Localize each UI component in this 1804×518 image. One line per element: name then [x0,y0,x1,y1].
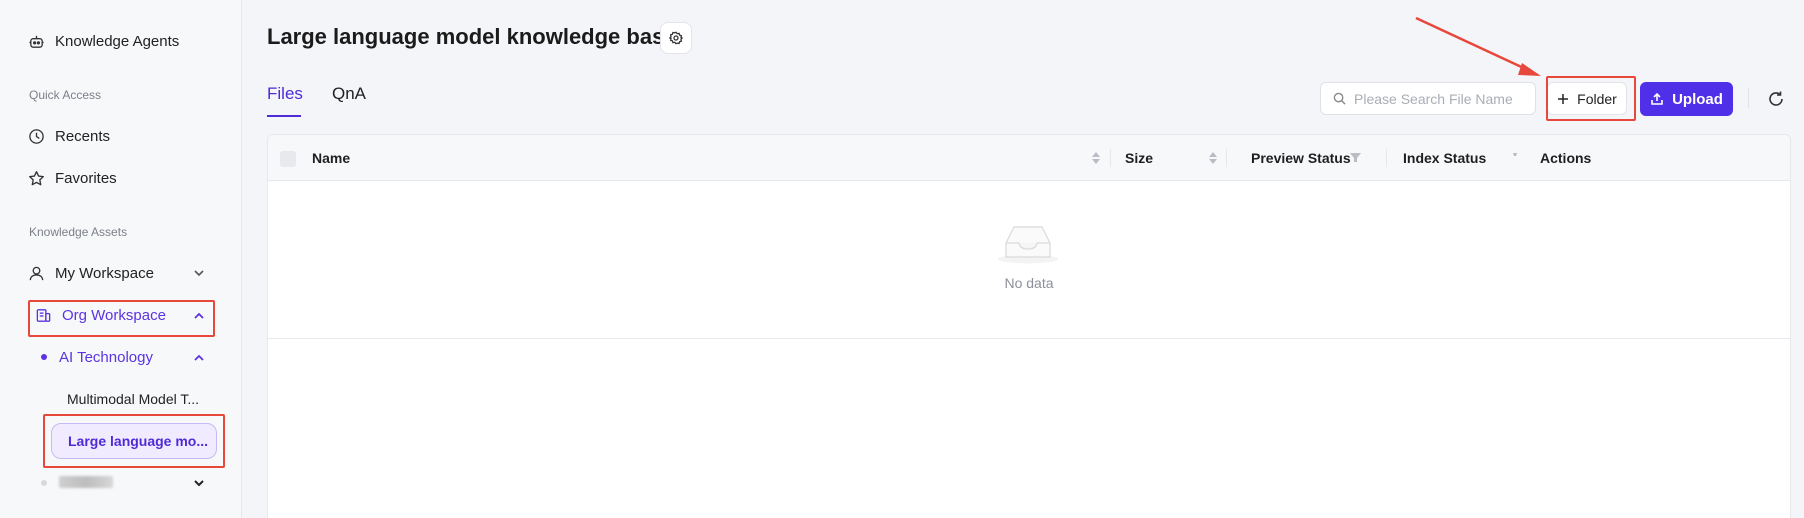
sidebar-item-label: Org Workspace [62,306,166,324]
tree-dot [41,354,47,360]
column-divider [1110,149,1111,167]
sidebar-item-label: Favorites [55,169,117,187]
settings-button[interactable] [660,22,692,54]
page-title: Large language model knowledge base [267,24,677,49]
search-icon [1333,92,1346,105]
filter-icon[interactable] [1513,152,1517,163]
robot-icon [29,35,44,48]
tree-dot [41,480,47,486]
sidebar-item-large-language[interactable]: Large language mo... [51,423,217,459]
column-header-preview-status[interactable]: Preview Status [1251,150,1351,166]
sidebar-item-ai-technology[interactable]: AI Technology [59,345,153,369]
search-input[interactable]: Please Search File Name [1320,82,1536,115]
upload-icon [1651,92,1663,105]
refresh-icon[interactable] [1767,90,1785,108]
building-icon [36,308,51,322]
select-all-checkbox[interactable] [280,151,296,167]
chevron-up-icon[interactable] [192,309,206,323]
quick-access-label: Quick Access [29,88,102,102]
chevron-down-icon[interactable] [192,266,206,280]
toolbar-divider [1748,88,1749,108]
chevron-up-icon[interactable] [192,351,206,365]
sidebar-item-label: Multimodal Model T... [67,391,200,407]
table-header: Name Size Preview Status Index Status Ac… [268,135,1790,181]
upload-label: Upload [1672,90,1723,108]
sidebar-item-recents[interactable]: Recents [28,124,110,148]
knowledge-assets-label: Knowledge Assets [29,225,128,239]
sidebar-item-favorites[interactable]: Favorites [28,166,117,190]
column-header-actions: Actions [1540,150,1592,166]
sidebar-item-org-workspace[interactable]: Org Workspace [35,303,166,327]
column-header-size[interactable]: Size [1125,150,1153,166]
sidebar-item-label: AI Technology [59,348,153,366]
sort-icon[interactable] [1208,150,1218,166]
sidebar-item-knowledge-agents[interactable]: Knowledge Agents [28,29,179,53]
user-icon [29,266,44,280]
inbox-icon [998,226,1058,264]
tab-files[interactable]: Files [267,84,303,104]
sidebar: Knowledge Agents Quick Access Recents Fa… [0,0,242,518]
main-content: Large language model knowledge base File… [243,0,1804,518]
tab-underline [267,115,301,117]
tab-qna[interactable]: QnA [332,84,366,104]
star-icon [29,170,44,185]
chevron-down-icon[interactable] [192,476,206,490]
redacted-text [59,476,113,488]
empty-state: No data [268,181,1790,339]
upload-button[interactable]: Upload [1640,82,1733,116]
sidebar-item-my-workspace[interactable]: My Workspace [28,261,154,285]
files-table: Name Size Preview Status Index Status Ac… [267,134,1791,518]
column-header-index-status[interactable]: Index Status [1403,150,1486,166]
empty-text: No data [1004,275,1054,291]
search-placeholder: Please Search File Name [1354,90,1513,107]
sidebar-item-label: Large language mo... [68,433,209,449]
column-header-name[interactable]: Name [312,150,350,166]
sidebar-item-label: Knowledge Agents [55,32,180,50]
filter-icon[interactable] [1350,152,1361,163]
sidebar-item-label: Recents [55,127,111,145]
sort-icon[interactable] [1091,150,1101,166]
gear-icon [669,31,683,45]
clock-icon [29,128,44,144]
sidebar-item-label: My Workspace [55,264,154,282]
sidebar-item-multimodal[interactable]: Multimodal Model T... [67,387,199,411]
highlight-box-folder [1546,76,1636,121]
column-divider [1386,149,1387,167]
column-divider [1226,149,1227,167]
